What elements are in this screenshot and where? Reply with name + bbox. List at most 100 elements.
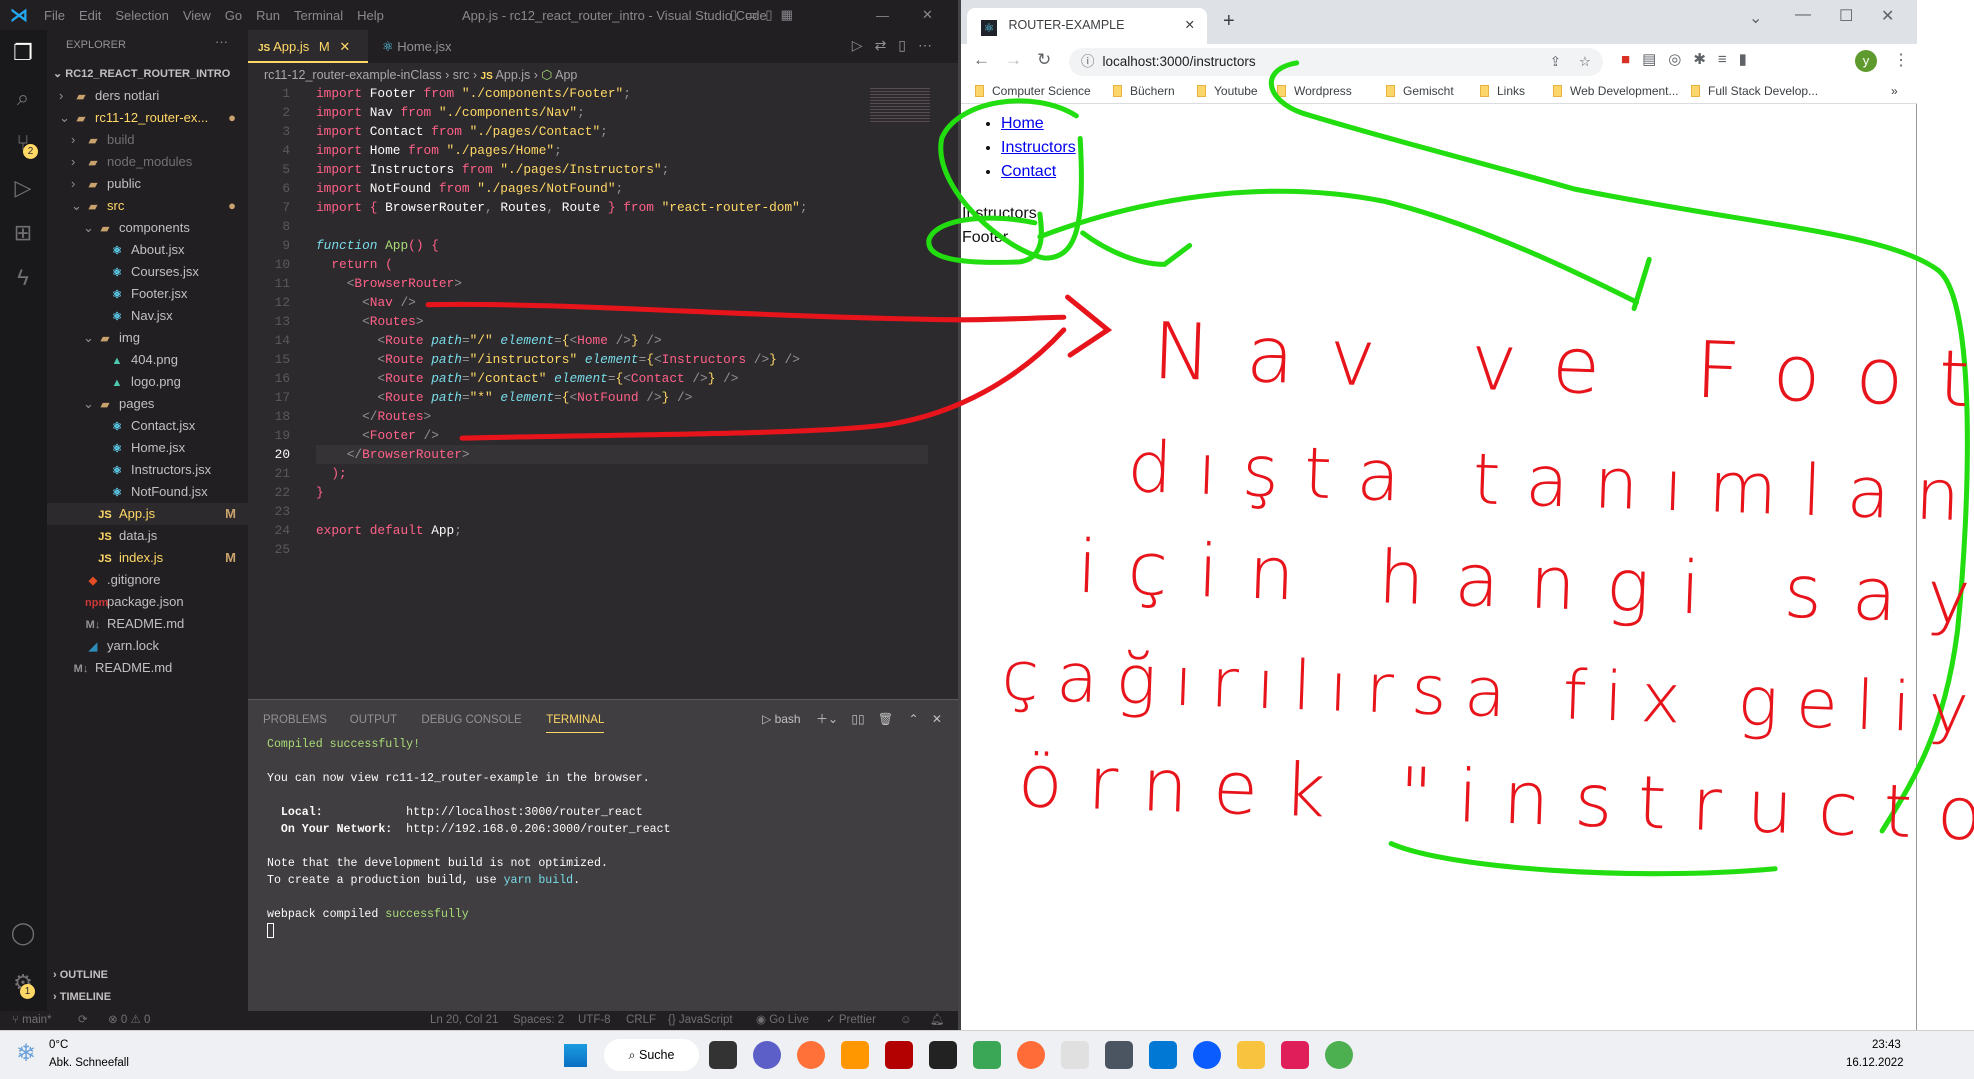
tree-item[interactable]: ⚛ Contact.jsx (47, 415, 248, 437)
close-button[interactable]: ✕ (922, 7, 933, 23)
menu-help[interactable]: Help (357, 8, 384, 23)
code-line[interactable]: 9 function App() { (248, 236, 958, 255)
taskbar-zoom-icon[interactable] (1193, 1041, 1221, 1069)
clock-date[interactable]: 16.12.2022 (1846, 1057, 1904, 1069)
menu-icon[interactable]: ⋮ (1893, 50, 1909, 70)
breadcrumb-file[interactable]: App.js (496, 68, 531, 82)
taskbar-chrome-icon[interactable] (1325, 1041, 1353, 1069)
bookmark-item[interactable]: Wordpress (1277, 83, 1352, 100)
panel-tab-output[interactable]: OUTPUT (350, 708, 397, 733)
split-terminal-icon[interactable]: ▯▯ (851, 712, 864, 726)
taskbar-filezilla-icon[interactable] (885, 1041, 913, 1069)
tree-item[interactable]: ⚛ About.jsx (47, 239, 248, 261)
tree-item[interactable]: ▲ logo.png (47, 371, 248, 393)
close-window-button[interactable]: ✕ (1881, 6, 1894, 26)
tree-item[interactable]: ⚛ Nav.jsx (47, 305, 248, 327)
nav-link-contact[interactable]: Contact (1001, 163, 1056, 180)
clock-time[interactable]: 23:43 (1872, 1039, 1901, 1051)
maximize-button[interactable]: ☐ (1839, 6, 1853, 26)
nav-link-instructors[interactable]: Instructors (1001, 139, 1076, 156)
tree-item[interactable]: ⚛ Footer.jsx (47, 283, 248, 305)
weather-icon[interactable]: ❄ (16, 1039, 36, 1068)
code-line[interactable]: 10 return ( (248, 255, 958, 274)
eol-status[interactable]: CRLF (626, 1011, 656, 1030)
new-tab-button[interactable]: + (1223, 10, 1235, 33)
lightning-icon[interactable]: ϟ (10, 265, 36, 291)
menu-go[interactable]: Go (225, 8, 242, 23)
network-url[interactable]: http://192.168.0.206:3000/router_react (406, 823, 670, 836)
menu-view[interactable]: View (183, 8, 211, 23)
explorer-more-icon[interactable]: ··· (215, 34, 228, 49)
bookmark-item[interactable]: Youtube (1197, 83, 1258, 100)
browser-tab[interactable]: ⚛ ROUTER-EXAMPLE ✕ (967, 8, 1207, 44)
timeline-section[interactable]: › TIMELINE (47, 986, 248, 1008)
layout-toggle-icons[interactable]: ▯▭▯▦ (730, 7, 801, 23)
tree-item[interactable]: ⚛ Courses.jsx (47, 261, 248, 283)
bell-icon[interactable]: 🔔︎ (930, 1011, 945, 1030)
code-line[interactable]: 4 import Home from "./pages/Home"; (248, 141, 958, 160)
close-tab-icon[interactable]: ✕ (1185, 8, 1195, 42)
branch-status[interactable]: ⑂ main* (12, 1011, 52, 1030)
tree-item[interactable]: JS index.js M (47, 547, 248, 569)
code-line[interactable]: 3 import Contact from "./pages/Contact"; (248, 122, 958, 141)
tree-item[interactable]: › ▰ build (47, 129, 248, 151)
tree-item[interactable]: JS App.js M (47, 503, 248, 525)
bookmarks-overflow-icon[interactable]: » (1891, 83, 1898, 100)
taskbar-slack-icon[interactable] (1281, 1041, 1309, 1069)
tree-item[interactable]: ⌄ ▰ pages (47, 393, 248, 415)
code-line[interactable]: 15 <Route path="/instructors" element={<… (248, 350, 958, 369)
taskbar-calculator-icon[interactable] (1105, 1041, 1133, 1069)
minimize-button[interactable]: — (1795, 6, 1811, 24)
profile-avatar[interactable]: y (1855, 50, 1877, 72)
taskbar-snipping-tool-icon[interactable] (1061, 1041, 1089, 1069)
menu-edit[interactable]: Edit (79, 8, 101, 23)
code-line[interactable]: 11 <BrowserRouter> (248, 274, 958, 293)
taskbar-gitkraken-icon[interactable] (973, 1041, 1001, 1069)
terminal-actions[interactable]: ▷ bash ＋⌄ ▯▯ 🗑 ⌃ ✕ (762, 710, 942, 727)
taskbar-vscode-icon[interactable] (1149, 1041, 1177, 1069)
code-line[interactable]: 20 </BrowserRouter> (248, 445, 958, 464)
tree-item[interactable]: JS data.js (47, 525, 248, 547)
close-tab-icon[interactable]: ✕ (339, 39, 350, 54)
code-line[interactable]: 12 <Nav /> (248, 293, 958, 312)
panel-tab-problems[interactable]: PROBLEMS (263, 708, 327, 733)
start-button[interactable] (563, 1043, 587, 1067)
code-line[interactable]: 16 <Route path="/contact" element={<Cont… (248, 369, 958, 388)
tree-item[interactable]: › ▰ node_modules (47, 151, 248, 173)
tree-item[interactable]: ⌄ ▰ rc11-12_router-ex... ● (47, 107, 248, 129)
breadcrumb-symbol[interactable]: App (555, 68, 577, 82)
code-line[interactable]: 25 (248, 540, 958, 559)
code-line[interactable]: 22} (248, 483, 958, 502)
tree-item[interactable]: ⌄ ▰ components (47, 217, 248, 239)
tab-search-icon[interactable]: ⌄ (1749, 8, 1762, 28)
run-debug-icon[interactable]: ▷ (10, 175, 36, 201)
nav-link-home[interactable]: Home (1001, 115, 1044, 132)
new-terminal-icon[interactable]: ＋⌄ (816, 712, 838, 726)
encoding-status[interactable]: UTF-8 (578, 1011, 611, 1030)
breadcrumb-src[interactable]: src (453, 68, 470, 82)
search-icon[interactable]: ⌕ (10, 85, 36, 111)
code-line[interactable]: 24 export default App; (248, 521, 958, 540)
bookmark-item[interactable]: Computer Science (975, 83, 1091, 100)
code-line[interactable]: 18 </Routes> (248, 407, 958, 426)
taskbar-teams-icon[interactable] (753, 1041, 781, 1069)
bookmark-item[interactable]: Büchern (1113, 83, 1175, 100)
tree-item[interactable]: ⌄ ▰ src ● (47, 195, 248, 217)
code-line[interactable]: 17 <Route path="*" element={<NotFound />… (248, 388, 958, 407)
reload-icon[interactable]: ↻ (1037, 50, 1051, 70)
feedback-icon[interactable]: ☺ (900, 1011, 912, 1030)
taskbar-postman-icon[interactable] (1017, 1041, 1045, 1069)
menu-run[interactable]: Run (256, 8, 280, 23)
address-bar[interactable]: ⓘ localhost:3000/instructors ⇪ ☆ (1069, 48, 1603, 76)
tree-item[interactable]: ⚛ Instructors.jsx (47, 459, 248, 481)
sync-icon[interactable]: ⟳ (78, 1011, 88, 1030)
account-icon[interactable]: ◯ (10, 920, 36, 946)
extensions-icon[interactable]: ⊞ (10, 220, 36, 246)
problems-status[interactable]: ⊗ 0 ⚠ 0 (108, 1011, 150, 1030)
menu-selection[interactable]: Selection (115, 8, 168, 23)
bookmark-star-icon[interactable]: ☆ (1579, 48, 1591, 76)
bookmark-item[interactable]: Web Development... (1553, 83, 1679, 100)
tree-item[interactable]: › ▰ ders notlari (47, 85, 248, 107)
workspace-root[interactable]: ⌄ RC12_REACT_ROUTER_INTRO (47, 63, 248, 85)
tree-item[interactable]: ⚛ Home.jsx (47, 437, 248, 459)
